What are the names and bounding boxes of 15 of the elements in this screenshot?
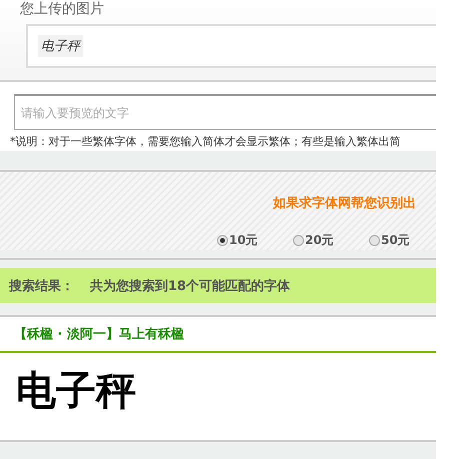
section-title: 您上传的图片 <box>20 0 105 19</box>
reward-option[interactable]: 10元 <box>217 232 278 249</box>
preview-text-field[interactable]: 请输入要预览的文字 <box>14 94 436 130</box>
results-label: 搜索结果： <box>9 278 74 294</box>
radio-icon[interactable] <box>293 235 304 246</box>
radio-icon[interactable] <box>217 235 228 246</box>
reward-option[interactable]: 50元 <box>369 232 430 249</box>
reward-option[interactable]: 20元 <box>293 232 354 249</box>
font-name-link[interactable]: 【秝楹 · 淡阿一】马上有秝楹 <box>0 317 436 353</box>
note-text: *说明：对于一些繁体字体，需要您输入简体才会显示繁体；有些是输入繁体出简 <box>0 130 436 151</box>
font-preview: 电子秤 <box>0 353 436 442</box>
radio-icon[interactable] <box>369 235 380 246</box>
uploaded-image-text: 电子秤 <box>38 35 83 57</box>
reward-prompt: 如果求字体网帮您识别出 <box>273 194 416 212</box>
results-summary: 共为您搜索到18个可能匹配的字体 <box>90 278 290 294</box>
